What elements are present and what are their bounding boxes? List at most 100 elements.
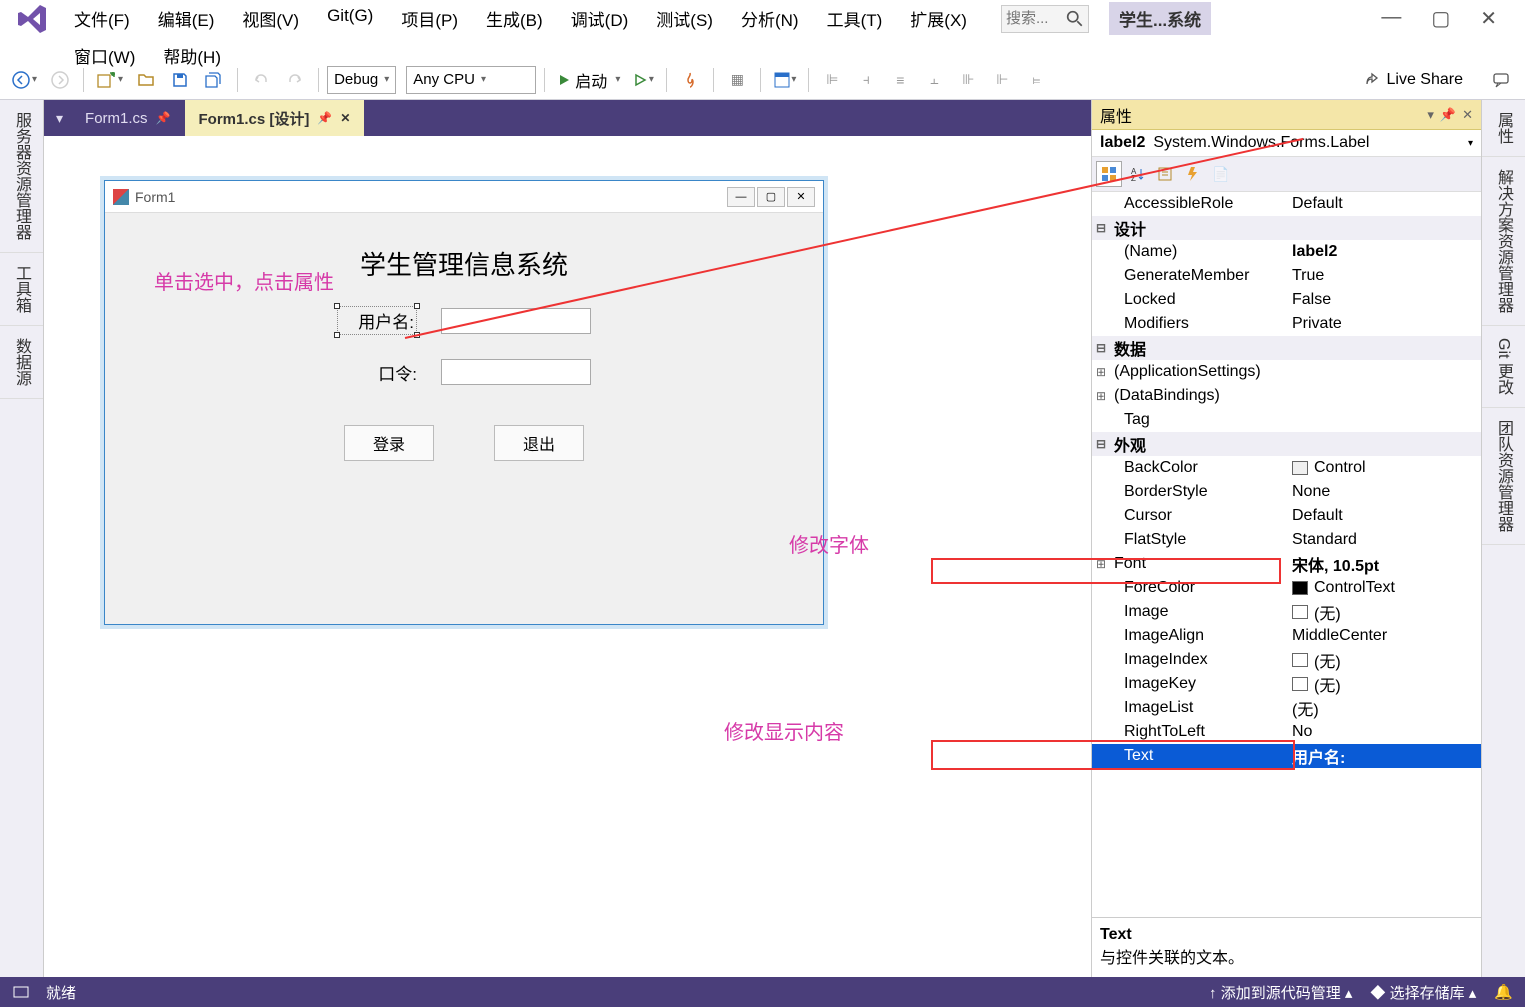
prop-row-BorderStyle[interactable]: BorderStyleNone bbox=[1092, 480, 1481, 504]
pin-icon[interactable]: 📌 bbox=[156, 111, 171, 125]
redo-button[interactable] bbox=[280, 65, 310, 95]
align-button-2[interactable]: ⫞ bbox=[851, 65, 881, 95]
align-button-3[interactable]: ≡ bbox=[885, 65, 915, 95]
menu-编辑(E)[interactable]: 编辑(E) bbox=[144, 0, 229, 37]
align-button-5[interactable]: ⊪ bbox=[953, 65, 983, 95]
toolbar-btn-2[interactable]: ▾ bbox=[769, 65, 800, 95]
rail-工具箱[interactable]: 工具箱 bbox=[0, 253, 43, 326]
rail-属性[interactable]: 属性 bbox=[1482, 100, 1525, 157]
menu-视图(V)[interactable]: 视图(V) bbox=[228, 0, 313, 37]
prop-row-外观[interactable]: ⊟外观 bbox=[1092, 432, 1481, 456]
rail-解决方案资源管理器[interactable]: 解决方案资源管理器 bbox=[1482, 157, 1525, 326]
prop-row-Tag[interactable]: Tag bbox=[1092, 408, 1481, 432]
prop-row-Text[interactable]: Text用户名: bbox=[1092, 744, 1481, 768]
prop-row-Font[interactable]: ⊞Font宋体, 10.5pt bbox=[1092, 552, 1481, 576]
align-button-7[interactable]: ⫢ bbox=[1021, 65, 1051, 95]
nav-forward-button[interactable] bbox=[45, 65, 75, 95]
prop-row-Cursor[interactable]: CursorDefault bbox=[1092, 504, 1481, 528]
prop-row-ImageKey[interactable]: ImageKey(无) bbox=[1092, 672, 1481, 696]
prop-row-ForeColor[interactable]: ForeColorControlText bbox=[1092, 576, 1481, 600]
menu-工具(T)[interactable]: 工具(T) bbox=[813, 0, 897, 37]
panel-pin-icon[interactable]: 📌 bbox=[1440, 107, 1456, 123]
prop-row-ImageAlign[interactable]: ImageAlignMiddleCenter bbox=[1092, 624, 1481, 648]
nav-back-button[interactable]: ▾ bbox=[8, 65, 41, 95]
prop-row-Locked[interactable]: LockedFalse bbox=[1092, 288, 1481, 312]
rail-Git 更改[interactable]: Git 更改 bbox=[1482, 326, 1525, 408]
rail-服务器资源管理器[interactable]: 服务器资源管理器 bbox=[0, 100, 43, 253]
menu-分析(N)[interactable]: 分析(N) bbox=[727, 0, 813, 37]
label-password[interactable]: 口令: bbox=[337, 360, 417, 385]
notifications-icon[interactable]: 🔔 bbox=[1494, 983, 1513, 1001]
menu-文件(F)[interactable]: 文件(F) bbox=[60, 0, 144, 37]
prop-row-GenerateMember[interactable]: GenerateMemberTrue bbox=[1092, 264, 1481, 288]
prop-row-AccessibleRole[interactable]: AccessibleRoleDefault bbox=[1092, 192, 1481, 216]
output-icon[interactable] bbox=[12, 983, 30, 1001]
prop-row-(DataBindings)[interactable]: ⊞(DataBindings) bbox=[1092, 384, 1481, 408]
panel-dropdown-icon[interactable]: ▾ bbox=[1427, 107, 1434, 123]
rail-团队资源管理器[interactable]: 团队资源管理器 bbox=[1482, 408, 1525, 545]
tab-Form1.cs [设计][interactable]: Form1.cs [设计]📌✕ bbox=[185, 100, 365, 136]
menu-项目(P)[interactable]: 项目(P) bbox=[387, 0, 472, 37]
feedback-button[interactable] bbox=[1487, 65, 1517, 95]
tab-dropdown-icon[interactable]: ▾ bbox=[48, 100, 71, 136]
save-all-button[interactable] bbox=[199, 65, 229, 95]
live-share-button[interactable]: Live Share bbox=[1363, 71, 1474, 89]
form1-window[interactable]: Form1 — ▢ ✕ 学生管理信息系统 用户名: bbox=[104, 180, 824, 625]
textbox-password[interactable] bbox=[441, 359, 591, 385]
search-input[interactable] bbox=[1006, 10, 1066, 27]
property-pages-icon[interactable]: 📄 bbox=[1208, 161, 1234, 187]
prop-row-FlatStyle[interactable]: FlatStyleStandard bbox=[1092, 528, 1481, 552]
prop-row-RightToLeft[interactable]: RightToLeftNo bbox=[1092, 720, 1481, 744]
prop-row-Image[interactable]: Image(无) bbox=[1092, 600, 1481, 624]
maximize-icon[interactable]: ▢ bbox=[1431, 6, 1450, 31]
menu-调试(D)[interactable]: 调试(D) bbox=[557, 0, 643, 37]
prop-row-设计[interactable]: ⊟设计 bbox=[1092, 216, 1481, 240]
rail-数据源[interactable]: 数据源 bbox=[0, 326, 43, 399]
prop-row-数据[interactable]: ⊟数据 bbox=[1092, 336, 1481, 360]
properties-grid[interactable]: AccessibleRoleDefault⊟设计(Name)label2Gene… bbox=[1092, 192, 1481, 917]
prop-row-BackColor[interactable]: BackColorControl bbox=[1092, 456, 1481, 480]
events-icon[interactable] bbox=[1180, 161, 1206, 187]
menu-测试(S)[interactable]: 测试(S) bbox=[642, 0, 727, 37]
prop-row-(ApplicationSettings)[interactable]: ⊞(ApplicationSettings) bbox=[1092, 360, 1481, 384]
pin-icon[interactable]: 📌 bbox=[317, 111, 332, 125]
prop-row-(Name)[interactable]: (Name)label2 bbox=[1092, 240, 1481, 264]
prop-row-ImageIndex[interactable]: ImageIndex(无) bbox=[1092, 648, 1481, 672]
hot-reload-button[interactable] bbox=[675, 65, 705, 95]
search-box[interactable] bbox=[1001, 5, 1089, 33]
start-debug-button[interactable]: 启动▾ bbox=[553, 65, 624, 95]
tab-Form1.cs[interactable]: Form1.cs📌 bbox=[71, 100, 184, 136]
prop-row-Modifiers[interactable]: ModifiersPrivate bbox=[1092, 312, 1481, 336]
align-lefts-button[interactable]: ⊫ bbox=[817, 65, 847, 95]
close-icon[interactable]: ✕ bbox=[1480, 6, 1497, 31]
properties-object-selector[interactable]: label2System.Windows.Forms.Label ▾ bbox=[1092, 130, 1481, 157]
exit-button[interactable]: 退出 bbox=[494, 425, 584, 461]
panel-close-icon[interactable]: ✕ bbox=[1462, 107, 1473, 123]
new-project-button[interactable]: ▾ bbox=[92, 65, 127, 95]
save-button[interactable] bbox=[165, 65, 195, 95]
menu-Git(G)[interactable]: Git(G) bbox=[313, 0, 387, 37]
label-username[interactable]: 用户名: bbox=[337, 306, 417, 335]
align-button-6[interactable]: ⊩ bbox=[987, 65, 1017, 95]
alphabetical-icon[interactable]: AZ bbox=[1124, 161, 1150, 187]
align-button-4[interactable]: ⫠ bbox=[919, 65, 949, 95]
properties-icon[interactable] bbox=[1152, 161, 1178, 187]
minimize-icon[interactable]: — bbox=[1381, 6, 1401, 31]
start-without-debug-button[interactable]: ▾ bbox=[628, 65, 658, 95]
categorized-icon[interactable] bbox=[1096, 161, 1122, 187]
open-button[interactable] bbox=[131, 65, 161, 95]
login-button[interactable]: 登录 bbox=[344, 425, 434, 461]
toolbar-btn-1[interactable]: ▦ bbox=[722, 65, 752, 95]
status-repo[interactable]: ◆ 选择存储库 ▴ bbox=[1370, 982, 1476, 1003]
status-source-control[interactable]: ↑ 添加到源代码管理 ▴ bbox=[1209, 982, 1352, 1003]
config-combo[interactable]: Debug▾ bbox=[327, 66, 396, 94]
designer-canvas[interactable]: Form1 — ▢ ✕ 学生管理信息系统 用户名: bbox=[44, 136, 1091, 977]
platform-combo[interactable]: Any CPU▾ bbox=[406, 66, 536, 94]
menu-生成(B)[interactable]: 生成(B) bbox=[472, 0, 557, 37]
prop-row-ImageList[interactable]: ImageList(无) bbox=[1092, 696, 1481, 720]
menu-扩展(X)[interactable]: 扩展(X) bbox=[896, 0, 981, 37]
form-heading-label[interactable]: 学生管理信息系统 bbox=[125, 245, 803, 282]
search-icon[interactable] bbox=[1066, 10, 1084, 28]
undo-button[interactable] bbox=[246, 65, 276, 95]
textbox-username[interactable] bbox=[441, 308, 591, 334]
